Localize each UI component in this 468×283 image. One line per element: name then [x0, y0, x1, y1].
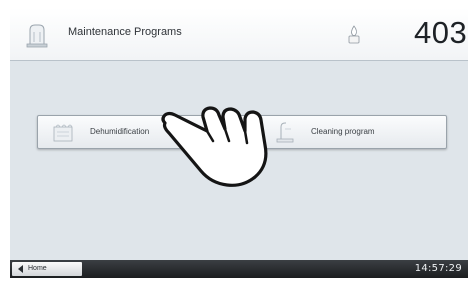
cleaning-program-label: Cleaning program: [311, 127, 375, 136]
header-bar: Maintenance Programs 403°: [10, 8, 468, 61]
home-button[interactable]: Home: [12, 262, 82, 276]
arrow-left-icon: [18, 265, 23, 273]
pointing-hand-icon: [161, 106, 268, 187]
dehumidification-label: Dehumidification: [90, 127, 150, 136]
flame-icon: [348, 25, 360, 44]
footer-bar: Home 14:57:29: [10, 260, 468, 278]
page-title: Maintenance Programs: [68, 26, 182, 38]
dehumidification-icon: [53, 124, 73, 142]
clock: 14:57:29: [414, 263, 462, 274]
temperature-display: 403°: [414, 15, 468, 50]
home-label: Home: [28, 265, 47, 272]
furnace-icon: [26, 24, 48, 48]
